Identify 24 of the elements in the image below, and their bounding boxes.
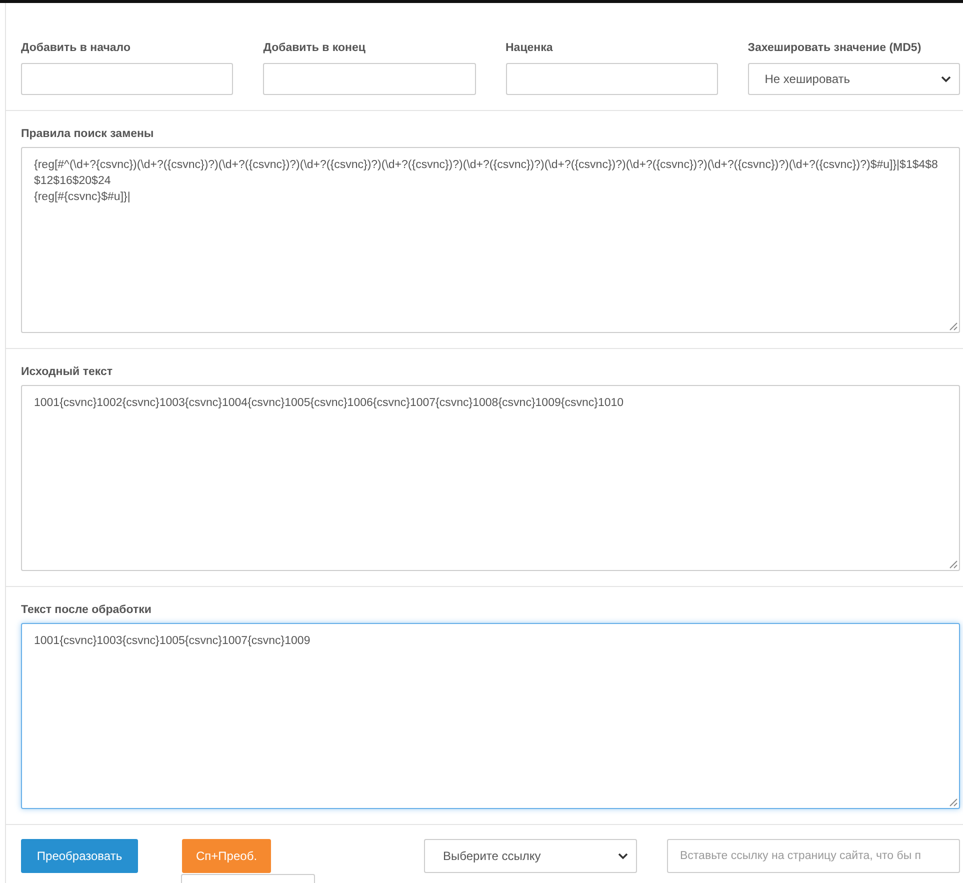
input-field[interactable] <box>506 63 718 95</box>
text-content: {reg[#^(\d+?{csvnc})(\d+?({csvnc})?)(\d+?({csvnc})?)(\d+?({csvnc})?)(\d+?({csvnc})?)(\d+?({csvnc})?)(\d+?({csvnc})?)(\d+?({csvnc})?)(\d+?({csvnc})?)(\d+?({csvnc})?)$#u]}|$1$4$8$12$16$20$24 {reg[#{csvnc}$#u]}| <box>34 159 938 203</box>
chevron-down-icon <box>941 76 951 82</box>
section-label: Правила поиск замены <box>21 127 155 141</box>
field-label: Захешировать значение (MD5) <box>748 41 922 55</box>
section-label: Текст после обработки <box>21 603 152 617</box>
resize-handle-icon[interactable] <box>949 798 958 807</box>
input-field[interactable] <box>21 63 234 95</box>
select-dropdown[interactable]: Выберите ссылку <box>424 839 637 873</box>
chevron-down-icon <box>618 852 628 860</box>
field-label: Добавить в начало <box>21 41 132 55</box>
text-area[interactable] <box>21 147 960 333</box>
convert-button[interactable]: Преобразовать <box>21 839 138 873</box>
select-dropdown[interactable]: Не хешировать <box>748 63 960 95</box>
section-label: Исходный текст <box>21 365 114 379</box>
input-field[interactable] <box>263 63 476 95</box>
text-area[interactable]: 1001{csvnc}1002{csvnc}1003{csvnc}1004{csvnc}1005{csvnc}1006{csvnc}1007{csvnc}1008{csvnc}1009{csvnc}1010 <box>21 385 960 571</box>
text-content: 1001{csvnc}1003{csvnc}1005{csvnc}1007{csvnc}1009 <box>34 635 310 647</box>
text-area[interactable]: 1001{csvnc}1003{csvnc}1005{csvnc}1007{csvnc}1009 <box>21 623 960 809</box>
resize-handle-icon[interactable] <box>949 322 958 331</box>
field-label: Наценка <box>506 41 554 55</box>
text-content: 1001{csvnc}1002{csvnc}1003{csvnc}1004{csvnc}1005{csvnc}1006{csvnc}1007{csvnc}1008{csvnc}1009{csvnc}1010 <box>34 397 624 409</box>
field-label: Добавить в конец <box>263 41 366 55</box>
resize-handle-icon[interactable] <box>949 560 958 569</box>
